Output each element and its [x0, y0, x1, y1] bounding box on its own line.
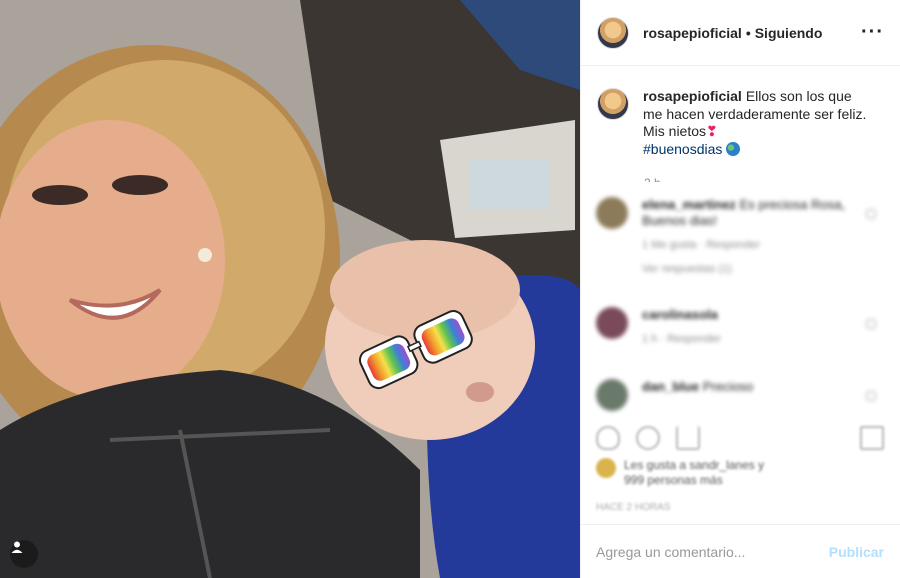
bookmark-icon[interactable] — [860, 426, 884, 450]
comment-meta[interactable]: 1 h · Responder — [642, 331, 721, 347]
follow-button[interactable]: Siguiendo — [755, 25, 823, 41]
comment-body: dan_blue Precioso — [642, 379, 753, 395]
comment-icon[interactable] — [636, 426, 660, 450]
caption-avatar[interactable] — [597, 88, 629, 120]
hashtag-link[interactable]: #buenosdias — [643, 141, 722, 157]
tagged-users-button[interactable] — [10, 540, 38, 568]
separator-dot: • — [745, 24, 751, 41]
add-comment-bar: Agrega un comentario... Publicar — [580, 524, 900, 578]
comment-item: elena_martinez Es preciosa Rosa, Buenos … — [596, 197, 886, 277]
comment-text: Precioso — [702, 379, 754, 394]
comment-username[interactable]: dan_blue — [642, 379, 699, 394]
commenter-avatar[interactable] — [596, 379, 628, 411]
view-replies-link[interactable]: Ver respuestas (1) — [642, 261, 886, 277]
person-icon — [11, 541, 23, 553]
caption-line2: Mis nietos — [643, 123, 707, 139]
action-icons — [596, 426, 884, 454]
caption-username[interactable]: rosapepioficial — [643, 88, 742, 104]
share-icon[interactable] — [676, 426, 700, 450]
post-actions: Les gusta a sandr_lanes y 999 personas m… — [580, 418, 900, 528]
likes-line2: 999 personas más — [624, 473, 723, 487]
caption-text: rosapepioficial Ellos son los que me hace… — [643, 88, 873, 158]
comment-item: dan_blue Precioso — [596, 379, 886, 411]
like-comment-icon[interactable] — [866, 209, 876, 219]
caption-time: 2 h — [644, 176, 661, 182]
likes-summary: Les gusta a sandr_lanes y 999 personas m… — [596, 458, 764, 488]
heart-exclamation-icon: ❣ — [706, 123, 718, 139]
publish-button[interactable]: Publicar — [829, 544, 884, 560]
liker-avatar[interactable] — [596, 458, 616, 478]
commenter-avatar[interactable] — [596, 197, 628, 229]
comment-username[interactable]: carolinasola — [642, 307, 718, 322]
post-caption: rosapepioficial Ellos son los que me hace… — [581, 66, 900, 158]
heart-icon[interactable] — [596, 426, 620, 450]
author-username[interactable]: rosapepioficial — [643, 25, 742, 41]
author-avatar[interactable] — [597, 16, 629, 49]
like-comment-icon[interactable] — [866, 391, 876, 401]
comment-body: elena_martinez Es preciosa Rosa, Buenos … — [642, 197, 886, 277]
author-meta: rosapepioficial • Siguiendo — [643, 25, 822, 41]
more-horizontal-icon[interactable]: ··· — [861, 21, 884, 44]
commenter-avatar[interactable] — [596, 307, 628, 339]
comments-list: elena_martinez Es preciosa Rosa, Buenos … — [580, 183, 900, 418]
post-photo[interactable] — [0, 0, 580, 578]
likes-line1: Les gusta a sandr_lanes y — [624, 458, 765, 472]
globe-emoji-icon — [726, 141, 741, 156]
comment-body: carolinasola 1 h · Responder — [642, 307, 721, 347]
likes-text[interactable]: Les gusta a sandr_lanes y 999 personas m… — [624, 458, 764, 488]
comment-username[interactable]: elena_martinez — [642, 197, 736, 212]
post-header: rosapepioficial • Siguiendo ··· — [581, 0, 900, 66]
photo-illustration — [0, 0, 580, 578]
comment-item: carolinasola 1 h · Responder — [596, 307, 886, 347]
post-date: HACE 2 HORAS — [596, 502, 671, 513]
comment-input[interactable]: Agrega un comentario... — [596, 544, 829, 560]
like-comment-icon[interactable] — [866, 319, 876, 329]
comment-meta[interactable]: 1 Me gusta · Responder — [642, 237, 886, 253]
